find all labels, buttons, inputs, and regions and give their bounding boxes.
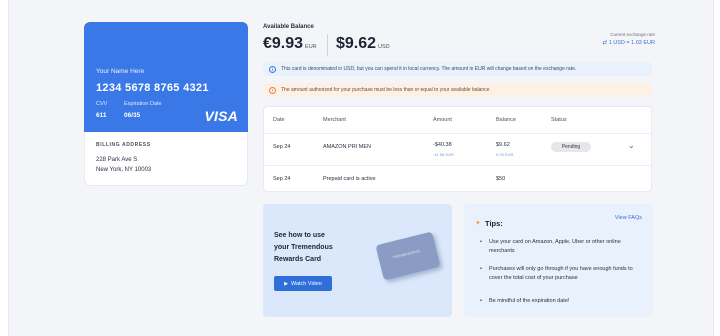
authorization-warning-notice: ! The amount authorized for your purchas…: [263, 83, 652, 97]
watch-video-button[interactable]: ▶ Watch Video: [274, 276, 332, 291]
visa-logo: VISA: [204, 108, 238, 124]
how-to-title-line-3: Rewards Card: [274, 256, 322, 263]
billing-address: BILLING ADDRESS 228 Park Ave S New York,…: [84, 132, 248, 186]
how-to-panel: See how to use your Tremendous Rewards C…: [263, 204, 452, 317]
balance-divider: [327, 34, 328, 56]
balance-usd-unit: USD: [378, 44, 390, 50]
how-to-title-line-2: your Tremendous: [274, 244, 333, 251]
balance-usd-amount: $9.62: [336, 35, 377, 52]
tip-item: Purchases will only go through if you ha…: [480, 265, 640, 283]
lightbulb-icon: ✦: [475, 220, 481, 227]
balance-label: Available Balance: [263, 24, 314, 30]
currency-info-notice: i This card is denominated in USD, but y…: [263, 62, 652, 76]
chevron-down-icon[interactable]: ⌄: [628, 141, 635, 150]
header-merchant: Merchant: [323, 117, 346, 123]
card-illustration: TREMENDOUS: [375, 231, 441, 281]
billing-line-1: 228 Park Ave S: [96, 157, 138, 163]
cvv-value: 611: [96, 112, 107, 119]
header-amount: Amount: [433, 117, 452, 123]
tip-item: Use your card on Amazon, Apple, Uber or …: [480, 238, 640, 256]
card-holder-name: Your Name Here: [96, 68, 145, 75]
exchange-rate-value: ⇄ 1 USD = 1.03 EUR: [602, 40, 655, 46]
billing-heading: BILLING ADDRESS: [96, 142, 151, 148]
expiration-label: Expiration Date: [124, 101, 162, 107]
view-faqs-link[interactable]: View FAQs: [615, 215, 642, 221]
status-badge: Pending: [551, 142, 591, 152]
row-amount: -$40.38: [433, 142, 452, 148]
row-balance-eur: 9.93 EUR: [496, 152, 514, 157]
card-number: 1234 5678 8765 4321: [96, 82, 209, 94]
row-amount-eur: -41.58 EUR: [433, 152, 454, 157]
balance-usd: $9.62 USD: [336, 35, 390, 53]
header-divider: [264, 133, 651, 134]
play-icon: ▶: [284, 280, 288, 287]
authorization-warning-text: The amount authorized for your purchase …: [281, 87, 490, 93]
expiration-value: 06/35: [124, 112, 141, 119]
row-divider: [264, 165, 651, 166]
transactions-table: Date Merchant Amount Balance Status Sep …: [263, 106, 652, 192]
tip-item: Be mindful of the expiration date!: [480, 297, 640, 306]
row-balance: $50: [496, 176, 506, 182]
exchange-rate-text: 1 USD = 1.03 EUR: [608, 40, 655, 46]
row-balance: $9.62: [496, 142, 510, 148]
currency-info-text: This card is denominated in USD, but you…: [281, 66, 577, 72]
how-to-title-line-1: See how to use: [274, 232, 325, 239]
cvv-label: CVV: [96, 101, 108, 107]
exchange-rate-label: Current exchange rate: [610, 32, 655, 37]
tips-title: Tips:: [485, 219, 503, 228]
header-balance: Balance: [496, 117, 516, 123]
info-icon: i: [269, 65, 276, 73]
virtual-card: Your Name Here 1234 5678 8765 4321 CVV E…: [84, 22, 248, 132]
header-status: Status: [551, 117, 567, 123]
row-merchant: AMAZON PRI MEN: [323, 144, 371, 150]
watch-video-label: Watch Video: [290, 280, 322, 287]
card-illustration-text: TREMENDOUS: [392, 249, 421, 260]
row-merchant: Prepaid card is active: [323, 176, 376, 182]
row-date: Sep 24: [273, 176, 291, 182]
billing-line-2: New York, NY 10003: [96, 167, 152, 173]
header-date: Date: [273, 117, 285, 123]
tips-panel: ✦ Tips: View FAQs Use your card on Amazo…: [464, 204, 653, 317]
balance-eur-unit: EUR: [305, 44, 317, 50]
warning-icon: !: [269, 86, 276, 94]
row-date: Sep 24: [273, 144, 291, 150]
balance-eur-amount: €9.93: [263, 35, 304, 52]
balance-eur: €9.93 EUR: [263, 35, 317, 53]
